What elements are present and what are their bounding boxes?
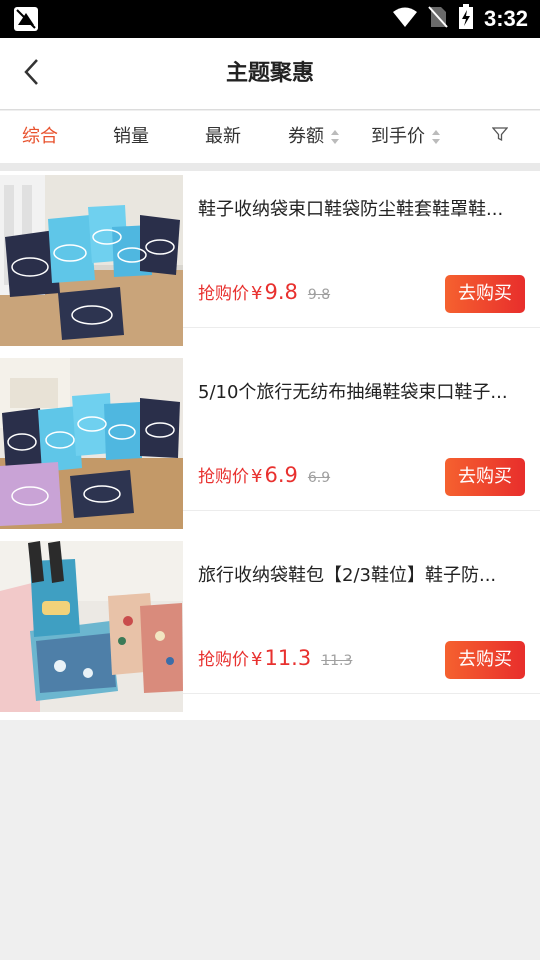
- sort-arrows-icon: [431, 129, 441, 145]
- sort-arrows-icon: [330, 129, 340, 145]
- tab-sales[interactable]: 销量: [113, 111, 149, 163]
- app-notification-icon: [14, 7, 38, 31]
- price-row: 抢购价 ¥ 11.3 11.3: [198, 645, 352, 670]
- currency-symbol: ¥: [251, 466, 263, 487]
- tab-label: 最新: [205, 126, 241, 147]
- filter-button[interactable]: [491, 111, 509, 163]
- price-label: 抢购价: [198, 467, 249, 487]
- original-price: 9.8: [307, 287, 331, 303]
- product-name[interactable]: 旅行收纳袋鞋包【2/3鞋位】鞋子防...: [198, 561, 528, 587]
- tab-final-price[interactable]: 到手价: [371, 111, 441, 163]
- battery-charging-icon: [458, 4, 474, 34]
- header: 主题聚惠: [0, 38, 540, 110]
- buy-button[interactable]: 去购买: [445, 458, 525, 496]
- row-divider: [183, 693, 540, 694]
- product-list: 鞋子收纳袋束口鞋袋防尘鞋套鞋罩鞋... 抢购价 ¥ 9.8 9.8 去购买 5/…: [0, 171, 540, 720]
- original-price: 11.3: [321, 653, 353, 669]
- product-image: [0, 175, 183, 346]
- no-sim-icon: [428, 5, 448, 33]
- tab-label: 销量: [113, 126, 149, 147]
- product-name[interactable]: 5/10个旅行无纺布抽绳鞋袋束口鞋子...: [198, 378, 528, 404]
- price-label: 抢购价: [198, 284, 249, 304]
- sale-price: 9.8: [264, 280, 298, 304]
- currency-symbol: ¥: [251, 283, 263, 304]
- original-price: 6.9: [307, 470, 331, 486]
- page-title: 主题聚惠: [225, 61, 314, 86]
- product-item[interactable]: 鞋子收纳袋束口鞋袋防尘鞋套鞋罩鞋... 抢购价 ¥ 9.8 9.8 去购买: [0, 171, 540, 354]
- tab-label: 综合: [22, 126, 58, 147]
- price-row: 抢购价 ¥ 6.9 6.9: [198, 462, 330, 487]
- buy-button[interactable]: 去购买: [445, 275, 525, 313]
- tab-label: 券额: [288, 126, 324, 147]
- price-row: 抢购价 ¥ 9.8 9.8: [198, 279, 330, 304]
- tab-comprehensive[interactable]: 综合: [22, 111, 58, 163]
- row-divider: [183, 327, 540, 328]
- product-image: [0, 358, 183, 529]
- product-name[interactable]: 鞋子收纳袋束口鞋袋防尘鞋套鞋罩鞋...: [198, 195, 528, 221]
- sale-price: 6.9: [264, 463, 298, 487]
- product-image: [0, 541, 183, 712]
- wifi-icon: [392, 6, 418, 32]
- price-label: 抢购价: [198, 650, 249, 670]
- status-bar: 3:32: [0, 0, 540, 38]
- tab-label: 到手价: [371, 126, 425, 147]
- section-divider: [0, 163, 540, 171]
- tab-newest[interactable]: 最新: [205, 111, 241, 163]
- product-item[interactable]: 旅行收纳袋鞋包【2/3鞋位】鞋子防... 抢购价 ¥ 11.3 11.3 去购买: [0, 537, 540, 720]
- sale-price: 11.3: [264, 646, 312, 670]
- row-divider: [183, 510, 540, 511]
- sort-tabs: 综合 销量 最新 券额 到手价: [0, 111, 540, 163]
- buy-button[interactable]: 去购买: [445, 641, 525, 679]
- filter-icon: [491, 111, 509, 163]
- currency-symbol: ¥: [251, 649, 263, 670]
- tab-coupon-amount[interactable]: 券额: [288, 111, 340, 163]
- product-item[interactable]: 5/10个旅行无纺布抽绳鞋袋束口鞋子... 抢购价 ¥ 6.9 6.9 去购买: [0, 354, 540, 537]
- clock: 3:32: [483, 6, 528, 31]
